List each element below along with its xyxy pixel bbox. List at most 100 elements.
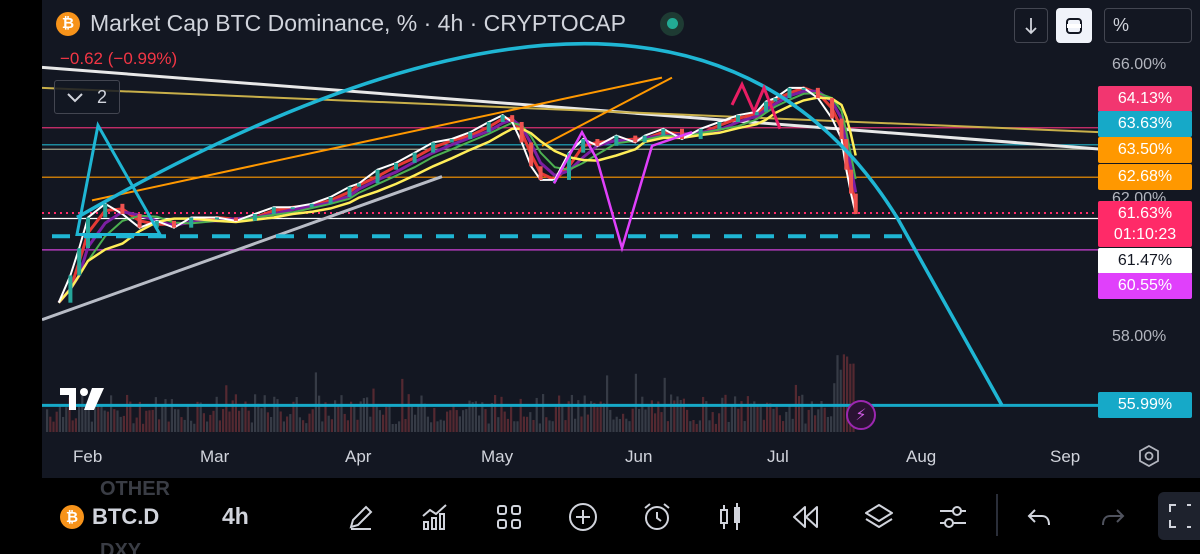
timeframe-button[interactable]: 4h — [222, 503, 249, 530]
volume-bar — [612, 419, 615, 432]
volume-bar — [199, 402, 202, 432]
symbol-title[interactable]: Market Cap BTC Dominance, % · 4h · CRYPT… — [90, 10, 626, 37]
volume-bar — [340, 395, 343, 432]
volume-bar — [225, 385, 228, 432]
volume-bar — [270, 417, 273, 432]
volume-bar — [618, 418, 621, 432]
volume-bar — [830, 416, 833, 432]
candle — [633, 135, 638, 143]
candle — [290, 207, 295, 210]
undo-icon[interactable] — [1022, 500, 1056, 534]
volume-bar — [724, 394, 727, 432]
volume-bar — [257, 403, 260, 432]
volume-bar — [833, 383, 836, 432]
volume-bar — [314, 372, 317, 432]
volume-bar — [794, 384, 797, 432]
volume-bar — [711, 412, 714, 432]
candle — [830, 98, 835, 119]
market-status-icon[interactable] — [660, 11, 684, 36]
volume-bar — [356, 419, 359, 432]
volume-bar — [46, 409, 49, 432]
volume-bar — [484, 409, 487, 432]
volume-bar — [570, 394, 573, 432]
layers-icon[interactable] — [862, 500, 896, 534]
volume-bar — [756, 406, 759, 432]
watchlist-ghost-below: DXY — [100, 540, 142, 554]
volume-bar — [686, 409, 689, 432]
volume-bar — [836, 355, 839, 432]
volume-bar — [718, 413, 721, 432]
volume-bar — [727, 421, 730, 432]
scroll-to-latest-button[interactable] — [1014, 8, 1048, 43]
volume-bar — [337, 406, 340, 432]
chart-settings-icon[interactable] — [1138, 444, 1160, 473]
candle — [189, 217, 194, 228]
last-price-tag: 61.63% 01:10:23 — [1098, 201, 1192, 247]
volume-bar — [145, 410, 148, 432]
candle — [519, 121, 524, 143]
trendline-gold — [42, 86, 1103, 134]
volume-bar — [369, 416, 372, 432]
volume-bar — [775, 407, 778, 432]
volume-bar — [116, 410, 119, 432]
price-axis[interactable]: 66.00% 62.00% 58.00% 64.13% 63.63% 63.50… — [1098, 0, 1200, 478]
replay-icon[interactable] — [788, 500, 822, 534]
candle — [449, 139, 454, 143]
volume-bar — [135, 417, 138, 432]
volume-bar — [606, 375, 609, 432]
volume-bar — [814, 415, 817, 432]
volume-bar — [558, 395, 561, 432]
volume-bar — [254, 394, 257, 432]
chart-area[interactable] — [42, 0, 1200, 478]
settings-icon[interactable] — [936, 500, 970, 534]
x-tick-mar: Mar — [200, 447, 230, 466]
alarm-icon[interactable] — [640, 500, 674, 534]
volume-bar — [212, 410, 215, 432]
candle — [736, 115, 740, 122]
candle — [595, 139, 600, 146]
volume-bar — [746, 396, 749, 432]
volume-bar — [759, 406, 762, 432]
grid-icon[interactable] — [492, 500, 526, 534]
auto-scale-button[interactable] — [1056, 8, 1092, 43]
indicators-icon[interactable] — [418, 500, 452, 534]
volume-bar — [110, 395, 113, 432]
x-tick-may: May — [481, 447, 514, 466]
volume-bar — [654, 413, 657, 432]
pencil-icon[interactable] — [344, 500, 378, 534]
volume-bar — [260, 408, 263, 432]
volume-bar — [436, 421, 439, 432]
candle — [215, 217, 219, 220]
volume-bar — [346, 420, 349, 432]
indicators-toggle[interactable]: 2 — [54, 80, 120, 114]
volume-bar — [622, 413, 625, 432]
volume-bar — [817, 409, 820, 432]
volume-bar — [202, 413, 205, 432]
volume-bar — [71, 420, 74, 432]
candles-icon[interactable] — [714, 500, 748, 534]
volume-bar — [487, 423, 490, 432]
volume-bar — [174, 409, 177, 432]
chart-canvas[interactable] — [42, 0, 1200, 478]
candle — [357, 183, 361, 187]
volume-bar — [420, 395, 423, 432]
fullscreen-icon[interactable] — [1158, 492, 1200, 540]
symbol-switcher[interactable]: ₿ BTC.D — [60, 504, 159, 530]
volume-bar — [714, 423, 717, 432]
volume-bar — [778, 415, 781, 432]
redo-icon[interactable] — [1096, 500, 1130, 534]
volume-bar — [148, 410, 151, 432]
plus-icon[interactable] — [566, 500, 600, 534]
candle — [468, 132, 473, 140]
volume-bar — [391, 423, 394, 432]
candle — [394, 162, 399, 170]
volume-bar — [510, 406, 513, 432]
arrow-down-icon — [1025, 17, 1037, 34]
volume-bar — [282, 421, 285, 432]
x-tick-apr: Apr — [345, 447, 372, 466]
candle — [233, 217, 238, 221]
candle — [764, 101, 768, 112]
flash-icon[interactable]: ⚡ — [846, 400, 876, 430]
candle — [309, 203, 314, 208]
volume-bar — [513, 421, 516, 432]
